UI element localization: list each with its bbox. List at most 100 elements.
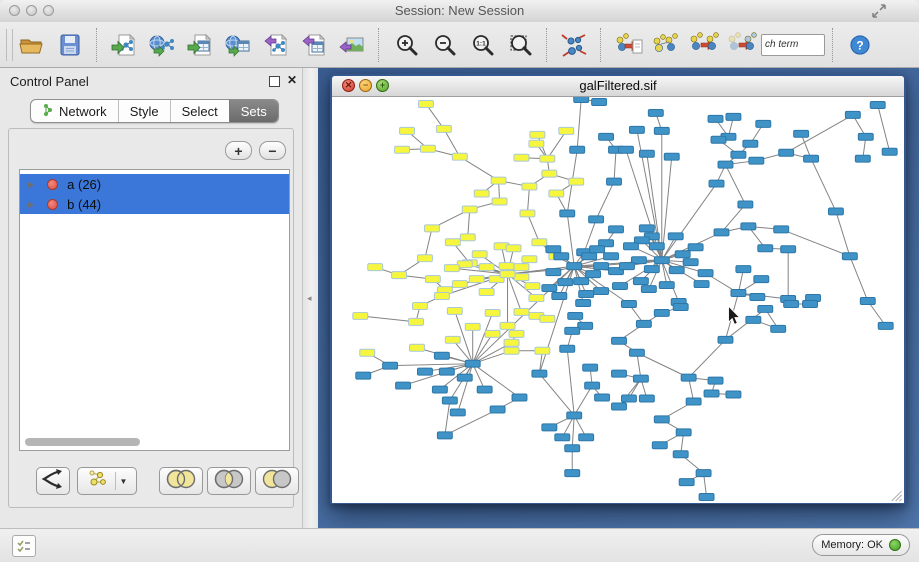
sets-panel: + − ▶ a (26) ▶ b (44) ▼ xyxy=(8,128,294,508)
set-row[interactable]: ▶ a (26) xyxy=(20,174,289,194)
first-neighbors-icon xyxy=(651,32,681,58)
memory-status-label: Memory: OK xyxy=(821,539,883,551)
select-from-file-button[interactable] xyxy=(609,26,647,64)
export-network-button[interactable] xyxy=(257,26,295,64)
network-canvas[interactable] xyxy=(332,97,904,503)
split-arrows-icon xyxy=(40,467,66,496)
open-session-button[interactable] xyxy=(13,26,51,64)
horizontal-scrollbar[interactable] xyxy=(25,438,284,446)
frame-resize-grip[interactable] xyxy=(892,491,902,501)
save-session-button[interactable] xyxy=(51,26,89,64)
new-from-selected-icon xyxy=(689,32,719,58)
hide-selected-icon xyxy=(727,32,757,58)
split-set-button[interactable] xyxy=(36,467,70,495)
tab-label: Network xyxy=(59,104,107,119)
export-table-button[interactable] xyxy=(295,26,333,64)
set-color-icon xyxy=(47,199,58,210)
tab-sets[interactable]: Sets xyxy=(229,100,278,122)
import-network-web-icon xyxy=(148,33,176,57)
float-panel-icon[interactable] xyxy=(269,76,280,87)
select-from-file-icon xyxy=(613,32,643,58)
create-set-button[interactable]: ▼ xyxy=(77,467,137,495)
tab-label: Sets xyxy=(241,104,267,119)
difference-venn-icon xyxy=(257,467,297,496)
toolbar-separator xyxy=(546,28,548,62)
import-table-file-icon xyxy=(186,33,214,57)
toolbar-separator xyxy=(600,28,602,62)
tab-select[interactable]: Select xyxy=(170,100,229,122)
toolbar-separator xyxy=(832,28,834,62)
remove-set-button[interactable]: − xyxy=(259,141,286,160)
import-network-web-button[interactable] xyxy=(143,26,181,64)
help-button[interactable]: ? xyxy=(841,26,879,64)
network-tab-icon xyxy=(42,103,54,120)
import-network-file-icon xyxy=(110,33,138,57)
main-toolbar: 1:1? xyxy=(0,22,919,68)
control-panel-tabbar: Network StyleSelect Sets xyxy=(30,99,279,123)
zoom-out-button[interactable] xyxy=(425,26,463,64)
zoom-selected-region-button[interactable] xyxy=(501,26,539,64)
network-window[interactable]: ✕ − + galFiltered.sif xyxy=(330,74,906,504)
apply-layout-button[interactable] xyxy=(555,26,593,64)
window-title: Session: New Session xyxy=(0,3,919,18)
zoom-in-button[interactable] xyxy=(387,26,425,64)
zoom-1-1-icon: 1:1 xyxy=(470,33,494,57)
set-label: a (26) xyxy=(67,177,101,192)
graph-nodes[interactable] xyxy=(353,97,897,501)
zoom-selected-icon xyxy=(508,33,532,57)
export-table-icon xyxy=(300,33,328,57)
task-list-icon xyxy=(17,540,31,552)
splitter-handle-icon[interactable]: ◂ xyxy=(307,293,312,304)
add-set-button[interactable]: + xyxy=(225,141,252,160)
import-table-web-icon xyxy=(224,33,252,57)
panel-splitter[interactable]: ◂ xyxy=(302,68,318,528)
control-panel-title: Control Panel xyxy=(10,74,89,89)
import-network-file-button[interactable] xyxy=(105,26,143,64)
intersection-button[interactable] xyxy=(207,467,251,495)
network-desktop: ✕ − + galFiltered.sif xyxy=(318,68,919,528)
app-window: { "window": { "title": "Session: New Ses… xyxy=(0,0,919,562)
expand-triangle-icon[interactable]: ▶ xyxy=(28,180,34,189)
union-venn-icon xyxy=(161,467,201,496)
expand-triangle-icon[interactable]: ▶ xyxy=(28,200,34,209)
memory-ok-indicator xyxy=(889,539,901,551)
svg-text:1:1: 1:1 xyxy=(476,40,486,47)
set-label: b (44) xyxy=(67,197,101,212)
toolbar-grip[interactable] xyxy=(6,29,13,61)
sets-list: ▶ a (26) ▶ b (44) xyxy=(19,169,290,451)
network-window-titlebar[interactable]: ✕ − + galFiltered.sif xyxy=(332,76,904,97)
intersection-venn-icon xyxy=(209,467,249,496)
set-network-icon xyxy=(87,469,111,494)
toolbar-separator xyxy=(378,28,380,62)
open-folder-icon xyxy=(19,33,45,57)
search-input[interactable] xyxy=(761,34,825,56)
import-table-file-button[interactable] xyxy=(181,26,219,64)
control-panel: Control Panel ✕ Network StyleSelect Sets +… xyxy=(0,68,302,528)
status-bar: Memory: OK xyxy=(0,528,919,562)
difference-button[interactable] xyxy=(255,467,299,495)
scrollbar-thumb[interactable] xyxy=(25,438,140,446)
network-graph[interactable] xyxy=(332,97,904,503)
import-table-web-button[interactable] xyxy=(219,26,257,64)
zoom-in-icon xyxy=(394,33,418,57)
set-row[interactable]: ▶ b (44) xyxy=(20,194,289,214)
tab-network[interactable]: Network xyxy=(31,100,118,122)
memory-status-button[interactable]: Memory: OK xyxy=(812,534,910,556)
zoom-actual-size-button[interactable]: 1:1 xyxy=(463,26,501,64)
export-image-icon xyxy=(338,33,366,57)
save-icon xyxy=(58,33,82,57)
first-neighbors-button[interactable] xyxy=(647,26,685,64)
close-panel-icon[interactable]: ✕ xyxy=(287,73,297,87)
tab-style[interactable]: Style xyxy=(118,100,170,122)
union-button[interactable] xyxy=(159,467,203,495)
new-network-from-selection-button[interactable] xyxy=(685,26,723,64)
zoom-out-icon xyxy=(432,33,456,57)
dropdown-caret-icon[interactable]: ▼ xyxy=(120,477,128,486)
task-monitor-button[interactable] xyxy=(12,535,36,557)
hide-selected-button[interactable] xyxy=(723,26,761,64)
split-divider xyxy=(115,472,116,490)
window-titlebar: Session: New Session xyxy=(0,0,919,23)
export-image-button[interactable] xyxy=(333,26,371,64)
set-color-icon xyxy=(47,179,58,190)
expand-window-icon[interactable] xyxy=(871,3,887,19)
